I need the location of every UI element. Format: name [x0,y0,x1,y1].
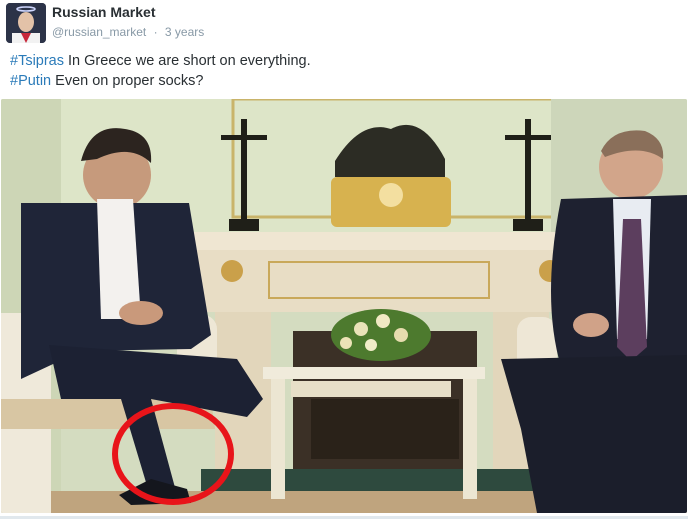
hashtag-tsipras[interactable]: #Tsipras [10,53,64,69]
tweet-line-1-text: In Greece we are short on everything. [64,53,311,69]
meeting-photo [1,99,687,513]
tweet-line-2-text: Even on proper socks? [51,73,204,89]
handle[interactable]: @russian_market [52,25,146,39]
tweet-photo[interactable] [1,99,687,513]
meta-separator: · [153,25,158,39]
tweet-line-2: #Putin Even on proper socks? [10,71,311,91]
tweet-meta: @russian_market · 3 years [52,25,208,39]
avatar[interactable] [6,3,46,43]
tweet-line-1: #Tsipras In Greece we are short on every… [10,51,311,71]
avatar-image [6,3,46,43]
tweet-text: #Tsipras In Greece we are short on every… [10,51,311,91]
tweet-card: Russian Market @russian_market · 3 years… [0,0,688,519]
timestamp[interactable]: 3 years [165,25,204,39]
display-name[interactable]: Russian Market [52,4,155,20]
hashtag-putin[interactable]: #Putin [10,73,51,89]
